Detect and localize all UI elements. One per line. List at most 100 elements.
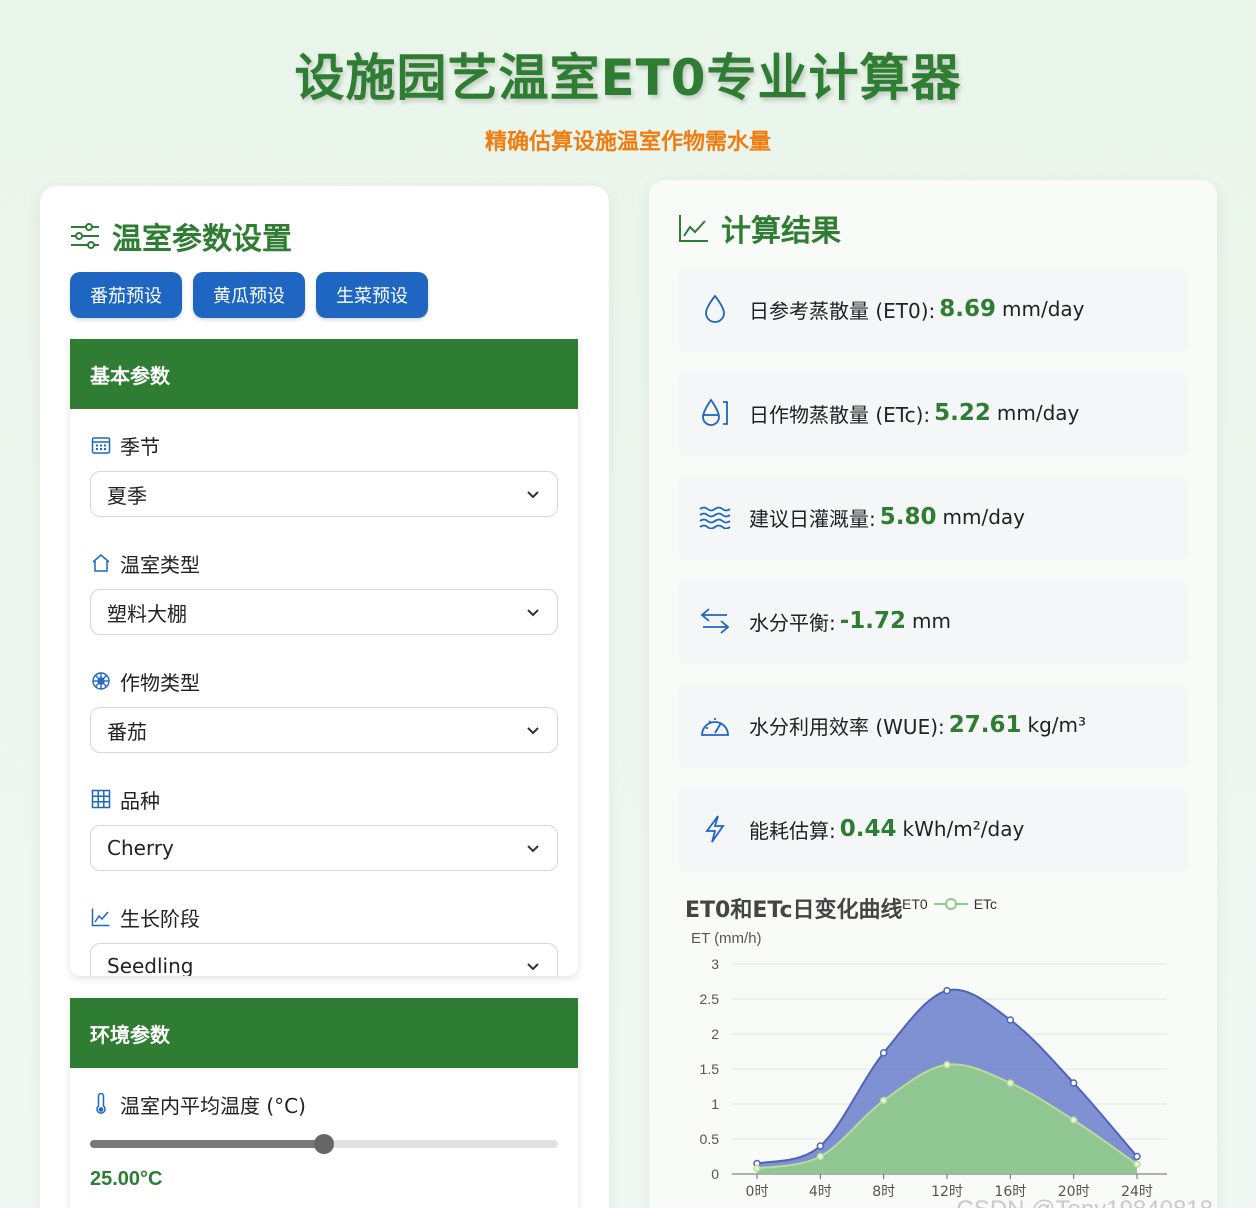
- settings-title: 温室参数设置: [68, 214, 292, 258]
- result-irrigation-value: 5.80: [879, 504, 937, 530]
- data-point-ET0: [1069, 1079, 1078, 1087]
- result-etc-value: 5.22: [934, 400, 991, 426]
- data-point-ETc: [943, 1061, 951, 1069]
- lettuce-preset-button[interactable]: 生菜预设: [316, 272, 428, 318]
- y-tick-label: 2.5: [700, 991, 720, 1007]
- result-irrigation: 建议日灌溉量: 5.80 mm/day: [679, 476, 1187, 558]
- result-et0: 日参考蒸散量 (ET0): 8.69 mm/day: [679, 268, 1187, 350]
- temperature-field: 温室内平均温度 (°C) 25.00°C: [90, 1092, 558, 1191]
- env-params-header: 环境参数: [70, 998, 578, 1068]
- page-header: 设施园艺温室ET0专业计算器 精确估算设施温室作物需水量: [0, 38, 1256, 156]
- result-et0-unit: mm/day: [1002, 297, 1085, 321]
- temperature-label: 温室内平均温度 (°C): [120, 1093, 306, 1118]
- temperature-slider[interactable]: [90, 1134, 558, 1154]
- data-point-ETc: [879, 1096, 888, 1105]
- chevron-down-icon: [527, 609, 539, 617]
- droplet-half-icon: [699, 397, 731, 429]
- variety-field: 品种 Cherry: [90, 787, 558, 871]
- result-wue: 水分利用效率 (WUE): 27.61 kg/m³: [679, 684, 1187, 766]
- data-point-ET0: [1006, 1016, 1015, 1024]
- env-params-card: 环境参数 温室内平均温度 (°C) 25.00°C: [70, 998, 578, 1208]
- cucumber-preset-button[interactable]: 黄瓜预设: [193, 272, 305, 318]
- crop-type-select[interactable]: 番茄: [90, 707, 558, 753]
- chevron-down-icon: [527, 845, 539, 853]
- speedometer-icon: [699, 709, 731, 741]
- result-etc: 日作物蒸散量 (ETc): 5.22 mm/day: [679, 372, 1187, 454]
- results-panel: 计算结果 日参考蒸散量 (ET0): 8.69 mm/day 日作物蒸散量 (E…: [649, 180, 1217, 1208]
- crop-type-value: 番茄: [107, 719, 147, 744]
- greenhouse-type-label: 温室类型: [120, 552, 200, 577]
- temperature-slider-thumb[interactable]: [314, 1134, 334, 1154]
- page-title: 设施园艺温室ET0专业计算器: [294, 49, 962, 107]
- arrows-exchange-icon: [699, 605, 731, 637]
- result-wue-value: 27.61: [948, 712, 1022, 738]
- page-subtitle: 精确估算设施温室作物需水量: [484, 129, 771, 154]
- data-point-ET0: [943, 986, 951, 995]
- chevron-down-icon: [527, 727, 539, 735]
- result-water-balance-label: 水分平衡:: [749, 610, 836, 635]
- growth-stage-field: 生长阶段 Seedling: [90, 905, 558, 976]
- data-point-ETc: [816, 1152, 825, 1161]
- basic-params-header: 基本参数: [70, 339, 578, 409]
- season-label: 季节: [120, 434, 160, 459]
- result-irrigation-label: 建议日灌溉量:: [749, 506, 876, 531]
- results-title: 计算结果: [677, 206, 841, 250]
- chevron-down-icon: [527, 491, 539, 499]
- data-point-ETc: [1133, 1160, 1141, 1168]
- lightning-icon: [699, 813, 731, 845]
- greenhouse-type-select[interactable]: 塑料大棚: [90, 589, 558, 635]
- result-irrigation-unit: mm/day: [942, 505, 1026, 529]
- x-tick-label: 8时: [872, 1184, 895, 1200]
- temperature-value: 25.00°C: [90, 1168, 163, 1190]
- data-point-ETc: [753, 1164, 761, 1173]
- basic-params-card: 基本参数 季节 夏季 温室类型 塑料大棚 作物类型 番茄 品种 Cherry 生…: [70, 339, 578, 976]
- result-wue-label: 水分利用效率 (WUE):: [749, 714, 945, 739]
- watermark: CSDN @Tony19840818: [956, 1196, 1213, 1208]
- greenhouse-type-value: 塑料大棚: [107, 601, 187, 626]
- result-energy: 能耗估算: 0.44 kWh/m²/day: [679, 788, 1187, 870]
- greenhouse-type-field: 温室类型 塑料大棚: [90, 551, 558, 635]
- temperature-slider-fill: [90, 1140, 324, 1148]
- result-wue-unit: kg/m³: [1027, 713, 1087, 737]
- variety-select[interactable]: Cherry: [90, 825, 558, 871]
- settings-panel: 温室参数设置 番茄预设 黄瓜预设 生菜预设 基本参数 季节 夏季 温室类型 塑料…: [40, 186, 609, 1208]
- data-point-ET0: [1133, 1152, 1141, 1161]
- season-select[interactable]: 夏季: [90, 471, 558, 517]
- results-title-text: 计算结果: [721, 214, 841, 249]
- result-etc-unit: mm/day: [996, 401, 1080, 425]
- crop-type-field: 作物类型 番茄: [90, 669, 558, 753]
- calendar-icon: [90, 434, 112, 456]
- variety-value: Cherry: [107, 836, 174, 860]
- result-water-balance-unit: mm: [912, 609, 952, 633]
- crop-type-label: 作物类型: [120, 670, 200, 695]
- flower-icon: [90, 670, 112, 692]
- chart-line-icon: [90, 906, 112, 928]
- y-tick-label: 1.5: [700, 1061, 720, 1077]
- season-value: 夏季: [107, 483, 147, 508]
- data-point-ETc: [1069, 1116, 1078, 1124]
- tomato-preset-button[interactable]: 番茄预设: [70, 272, 182, 318]
- settings-title-text: 温室参数设置: [112, 222, 292, 257]
- growth-stage-select[interactable]: Seedling: [90, 943, 558, 976]
- growth-stage-label: 生长阶段: [120, 906, 200, 931]
- thermometer-icon: [90, 1093, 112, 1115]
- water-waves-icon: [699, 501, 731, 533]
- y-tick-label: 1: [711, 1096, 719, 1112]
- preset-buttons: 番茄预设 黄瓜预设 生菜预设: [70, 272, 428, 318]
- result-energy-label: 能耗估算:: [749, 818, 836, 843]
- data-point-ET0: [879, 1049, 888, 1057]
- result-water-balance-value: -1.72: [839, 608, 907, 634]
- growth-stage-value: Seedling: [107, 954, 194, 976]
- y-tick-label: 0.5: [700, 1131, 720, 1147]
- result-etc-label: 日作物蒸散量 (ETc):: [749, 402, 931, 427]
- chart-plot: 00.511.522.530时 4时 8时 12时 16时 20时 24时: [700, 956, 1167, 1200]
- grid-icon: [90, 788, 112, 810]
- result-energy-value: 0.44: [839, 816, 897, 842]
- season-field: 季节 夏季: [90, 433, 558, 517]
- result-et0-label: 日参考蒸散量 (ET0):: [749, 298, 936, 323]
- sliders-icon: [68, 219, 102, 253]
- chart-line-icon: [677, 211, 711, 245]
- y-tick-label: 0: [711, 1166, 719, 1182]
- variety-label: 品种: [120, 788, 160, 813]
- house-icon: [90, 552, 112, 574]
